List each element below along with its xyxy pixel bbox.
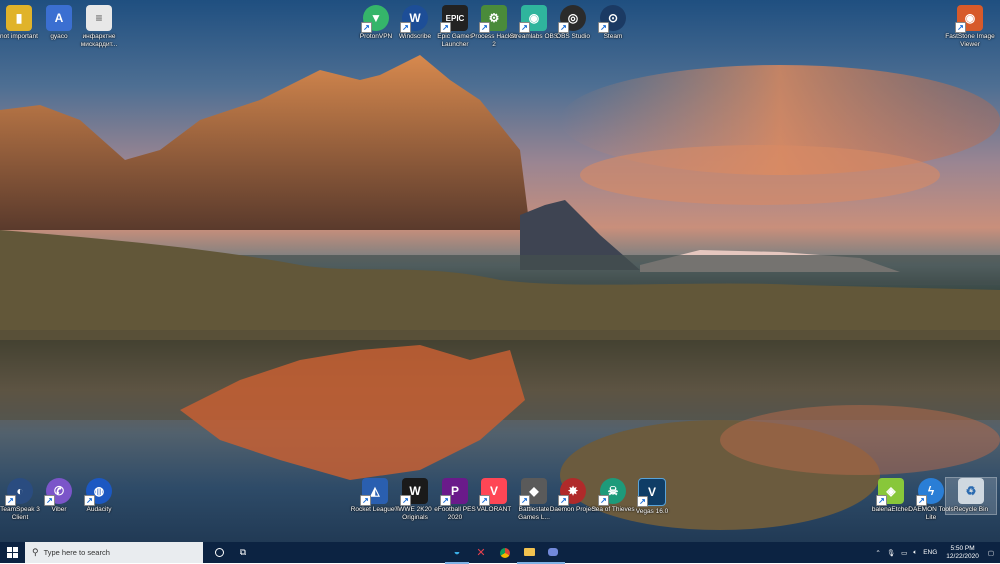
start-button[interactable]	[0, 542, 24, 563]
windscribe-icon: W ↗	[400, 5, 428, 33]
icon-label: Audacity	[86, 506, 112, 513]
search-icon: ⚲	[32, 547, 39, 557]
audacity-icon: ◍ ↗	[84, 478, 112, 506]
icon-label: FastStone Image Viewer	[945, 33, 995, 48]
icon-label: VALORANT	[476, 506, 512, 513]
network-icon[interactable]: ▭	[901, 549, 907, 557]
icon-label: balenaEtcher	[871, 506, 911, 513]
show-hidden-icons-icon[interactable]: ⌃	[875, 549, 880, 557]
wallpaper	[0, 55, 1000, 530]
desktop-icon-audacity[interactable]: ◍ ↗ Audacity	[74, 478, 124, 514]
faststone-icon: ◉ ↗	[955, 5, 983, 33]
sea-of-thieves-icon: ☠ ↗	[598, 478, 626, 506]
icon-label: Windscribe	[398, 33, 432, 40]
steam-icon: ⊙ ↗	[598, 5, 626, 33]
wwe-icon: W ↗	[400, 478, 428, 506]
notification-icon[interactable]: ▢	[988, 549, 994, 557]
folder-icon: ▮	[6, 5, 32, 31]
process-hacker-icon: ⚙ ↗	[479, 5, 507, 33]
taskbar-app-red[interactable]: ✕	[469, 542, 493, 563]
clock-time: 5:50 PM	[950, 544, 975, 552]
windows-logo-icon	[6, 547, 18, 558]
vegas-icon: V ↗	[637, 478, 666, 507]
icon-label: Viber	[51, 506, 67, 513]
desktop-icon-recycle-bin[interactable]: ♻ Recycle Bin	[945, 477, 997, 515]
taskbar-chrome[interactable]	[493, 542, 517, 563]
taskbar: ⚲ Type here to search ⧉ ◒ ✕ ⌃ 🎙︎ ▭ 🔈︎ EN…	[0, 541, 1000, 564]
discord-icon	[548, 547, 558, 556]
task-view-button[interactable]: ⧉	[231, 542, 255, 563]
recycle-bin-icon: ♻	[958, 478, 984, 504]
icon-label: Recycle Bin	[953, 506, 989, 513]
desktop-icon-steam[interactable]: ⊙ ↗ Steam	[588, 5, 638, 41]
clock[interactable]: 5:50 PM 12/22/2020	[946, 545, 979, 561]
viber-icon: ✆ ↗	[44, 478, 72, 506]
search-placeholder: Type here to search	[43, 548, 110, 557]
document-icon: A	[46, 5, 72, 31]
taskbar-discord[interactable]	[541, 541, 565, 564]
text-file-icon: ≡	[86, 5, 112, 31]
daemon-tools-icon: ϟ ↗	[916, 478, 944, 506]
battlestate-icon: ◆ ↗	[519, 478, 547, 506]
desktop-icon-faststone[interactable]: ◉ ↗ FastStone Image Viewer	[945, 5, 995, 48]
taskbar-file-explorer[interactable]	[517, 541, 541, 564]
icon-label: Vegas 16.0	[635, 508, 669, 515]
microphone-icon[interactable]: 🎙︎	[887, 549, 895, 557]
clock-date: 12/22/2020	[946, 552, 979, 560]
teamspeak-icon: ◐ ↗	[5, 478, 33, 506]
daemon-project-icon: ✸ ↗	[558, 478, 586, 506]
streamlabs-icon: ◉ ↗	[519, 5, 547, 33]
desktop-icon-vegas[interactable]: V ↗ Vegas 16.0	[627, 478, 677, 516]
icon-label: gyaco	[50, 33, 68, 40]
language-indicator[interactable]: ENG	[923, 549, 937, 556]
desktop-icon-text-file[interactable]: ≡ инфарктне мискардит...	[74, 5, 124, 48]
chrome-icon	[500, 547, 510, 558]
folder-icon	[523, 547, 535, 556]
task-view-icon: ⧉	[239, 547, 247, 557]
icon-label: инфарктне мискардит...	[80, 33, 118, 48]
epic-games-icon: EPIC ↗	[440, 5, 468, 33]
taskbar-edge[interactable]: ◒	[445, 541, 469, 564]
pes-icon: P ↗	[440, 478, 468, 506]
icon-label: Steam	[603, 33, 623, 40]
system-tray: ⌃ 🎙︎ ▭ 🔈︎ ENG 5:50 PM 12/22/2020 ▢	[872, 542, 1000, 563]
cortana-button[interactable]	[207, 542, 231, 563]
rocket-league-icon: ◭ ↗	[360, 478, 388, 506]
edge-icon: ◒	[453, 545, 461, 558]
valorant-icon: V ↗	[479, 478, 507, 506]
volume-icon[interactable]: 🔈︎	[913, 549, 917, 557]
icon-label: not important	[0, 33, 38, 40]
icon-label: OBS Studio	[556, 33, 590, 40]
icon-label: ProtonVPN	[359, 33, 393, 40]
balenaetcher-icon: ◈ ↗	[876, 478, 904, 506]
protonvpn-icon: ▼ ↗	[361, 5, 389, 33]
search-box[interactable]: ⚲ Type here to search	[25, 542, 203, 563]
obs-icon: ◎ ↗	[558, 5, 586, 33]
desktop: ▮ not important A gyaco ≡ инфарктне миск…	[0, 0, 1000, 542]
app-x-icon: ✕	[476, 547, 486, 559]
cortana-icon	[214, 548, 224, 557]
